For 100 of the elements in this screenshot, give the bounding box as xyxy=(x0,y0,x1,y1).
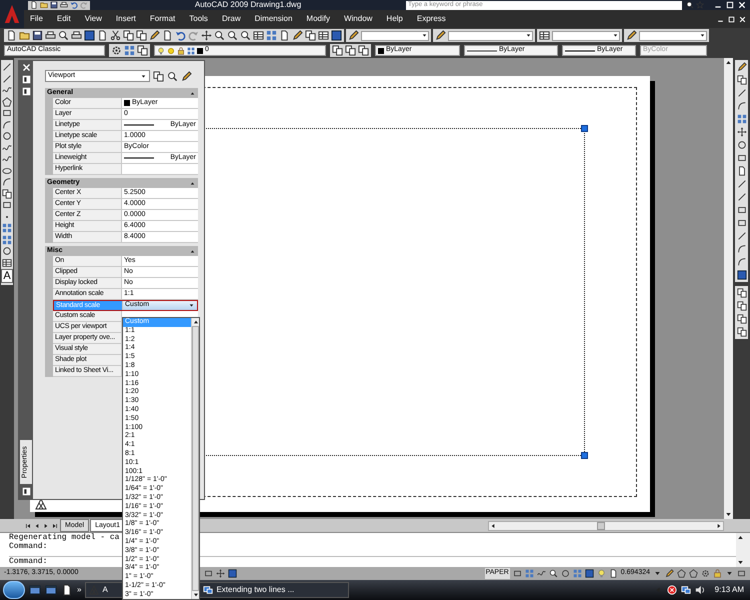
table-icon[interactable] xyxy=(539,30,550,41)
scissors-icon[interactable] xyxy=(110,30,121,41)
magnifier-icon[interactable] xyxy=(548,569,558,578)
menu-item[interactable]: Dimension xyxy=(254,13,292,25)
menu-item[interactable]: Window xyxy=(344,13,372,25)
menu-item[interactable]: Tools xyxy=(189,13,208,25)
curve-icon[interactable] xyxy=(2,85,12,95)
circle-icon[interactable] xyxy=(2,131,12,141)
cross-arrows-icon[interactable] xyxy=(201,30,212,41)
pencil-icon[interactable] xyxy=(626,30,637,41)
curve-icon[interactable] xyxy=(536,569,546,578)
text-tool-button[interactable]: A xyxy=(1,269,13,283)
magnifier-icon[interactable] xyxy=(227,30,238,41)
page-icon[interactable] xyxy=(162,30,173,41)
menu-item[interactable]: Draw xyxy=(222,13,241,25)
square-icon[interactable] xyxy=(736,270,746,280)
right-arrow-icon[interactable] xyxy=(42,522,50,530)
pages-icon[interactable] xyxy=(736,288,746,298)
square-icon[interactable] xyxy=(584,569,594,578)
line-icon[interactable] xyxy=(736,179,746,189)
rectangle-icon[interactable] xyxy=(2,200,12,210)
ellipse-icon[interactable] xyxy=(2,166,12,176)
more-button[interactable]: » xyxy=(77,584,82,596)
polygon-icon[interactable] xyxy=(2,96,12,106)
table-icon[interactable] xyxy=(318,30,329,41)
pencil-icon[interactable] xyxy=(181,70,192,82)
page-icon[interactable] xyxy=(6,30,17,41)
skip-left-icon[interactable] xyxy=(24,522,32,530)
menu-item[interactable]: Help xyxy=(386,13,403,25)
rectangle-icon[interactable] xyxy=(736,153,746,163)
pencil-icon[interactable] xyxy=(149,30,160,41)
magnifier-icon[interactable] xyxy=(167,70,178,82)
printer-icon[interactable] xyxy=(71,30,82,41)
magnifier-icon[interactable] xyxy=(686,1,694,9)
square-icon[interactable] xyxy=(228,569,238,578)
magnifier-icon[interactable] xyxy=(214,30,225,41)
window-icon[interactable] xyxy=(29,584,41,596)
pages-icon[interactable] xyxy=(2,188,12,198)
pages-icon[interactable] xyxy=(153,70,164,82)
pages-icon[interactable] xyxy=(736,314,746,324)
pencil-icon[interactable] xyxy=(736,62,746,72)
printer-icon[interactable] xyxy=(60,1,68,9)
menu-item[interactable]: Insert xyxy=(116,13,136,25)
table-icon[interactable] xyxy=(253,30,264,41)
rectangle-icon[interactable] xyxy=(204,569,214,578)
menu-item[interactable]: View xyxy=(84,13,102,25)
menu-item[interactable]: Format xyxy=(150,13,176,25)
circle-icon[interactable] xyxy=(560,569,570,578)
folder-icon[interactable] xyxy=(19,30,30,41)
magnifier-icon[interactable] xyxy=(58,30,69,41)
pages-icon[interactable] xyxy=(332,45,343,56)
pages-icon[interactable] xyxy=(345,45,356,56)
horizontal-scrollbar[interactable] xyxy=(488,520,724,530)
cross-arrows-icon[interactable] xyxy=(216,569,226,578)
pages-icon[interactable] xyxy=(137,45,148,56)
pages-icon[interactable] xyxy=(305,30,316,41)
pages-icon[interactable] xyxy=(736,75,746,85)
panel-icon[interactable] xyxy=(22,75,30,84)
pages-icon[interactable] xyxy=(123,30,134,41)
drawing-area[interactable] xyxy=(14,58,733,519)
line-icon[interactable] xyxy=(2,62,12,72)
pages-icon[interactable] xyxy=(358,45,369,56)
page-icon[interactable] xyxy=(97,30,108,41)
pencil-icon[interactable] xyxy=(665,569,674,578)
star-icon[interactable] xyxy=(696,1,704,9)
lock-icon[interactable] xyxy=(713,569,722,578)
panel-icon[interactable] xyxy=(22,87,30,96)
line-icon[interactable] xyxy=(736,192,746,202)
shield-icon[interactable] xyxy=(666,585,677,595)
grid-icon[interactable] xyxy=(2,223,12,233)
pages-icon[interactable] xyxy=(736,327,746,337)
panel-icon[interactable] xyxy=(22,487,30,496)
dropdown-scrollbar[interactable] xyxy=(191,318,199,599)
page-icon[interactable] xyxy=(61,584,73,596)
menu-item[interactable]: File xyxy=(30,13,43,25)
pages-icon[interactable] xyxy=(736,301,746,311)
undo-icon[interactable] xyxy=(175,30,186,41)
pencil-icon[interactable] xyxy=(348,30,359,41)
gear-icon[interactable] xyxy=(701,569,710,578)
page-icon[interactable] xyxy=(279,30,290,41)
page-icon[interactable] xyxy=(608,569,618,578)
line-icon[interactable] xyxy=(736,231,746,241)
square-icon[interactable] xyxy=(331,30,342,41)
arc-icon[interactable] xyxy=(736,101,746,111)
line-icon[interactable] xyxy=(2,74,12,84)
close-icon[interactable] xyxy=(22,63,30,72)
grip-handle[interactable] xyxy=(581,125,588,132)
undo-icon[interactable] xyxy=(70,1,78,9)
close-icon[interactable] xyxy=(738,1,746,9)
pencil-icon[interactable] xyxy=(435,30,446,41)
menu-item[interactable]: Modify xyxy=(306,13,330,25)
printer-icon[interactable] xyxy=(45,30,56,41)
cross-arrows-icon[interactable] xyxy=(736,127,746,137)
menu-item[interactable]: Express xyxy=(416,13,446,25)
taskbar-button[interactable]: Extending two lines ... xyxy=(199,582,350,598)
close-icon[interactable] xyxy=(739,16,746,22)
pencil-icon[interactable] xyxy=(292,30,303,41)
vertical-scrollbar[interactable] xyxy=(724,58,733,519)
gear-icon[interactable] xyxy=(111,45,122,56)
circle-icon[interactable] xyxy=(2,246,12,256)
